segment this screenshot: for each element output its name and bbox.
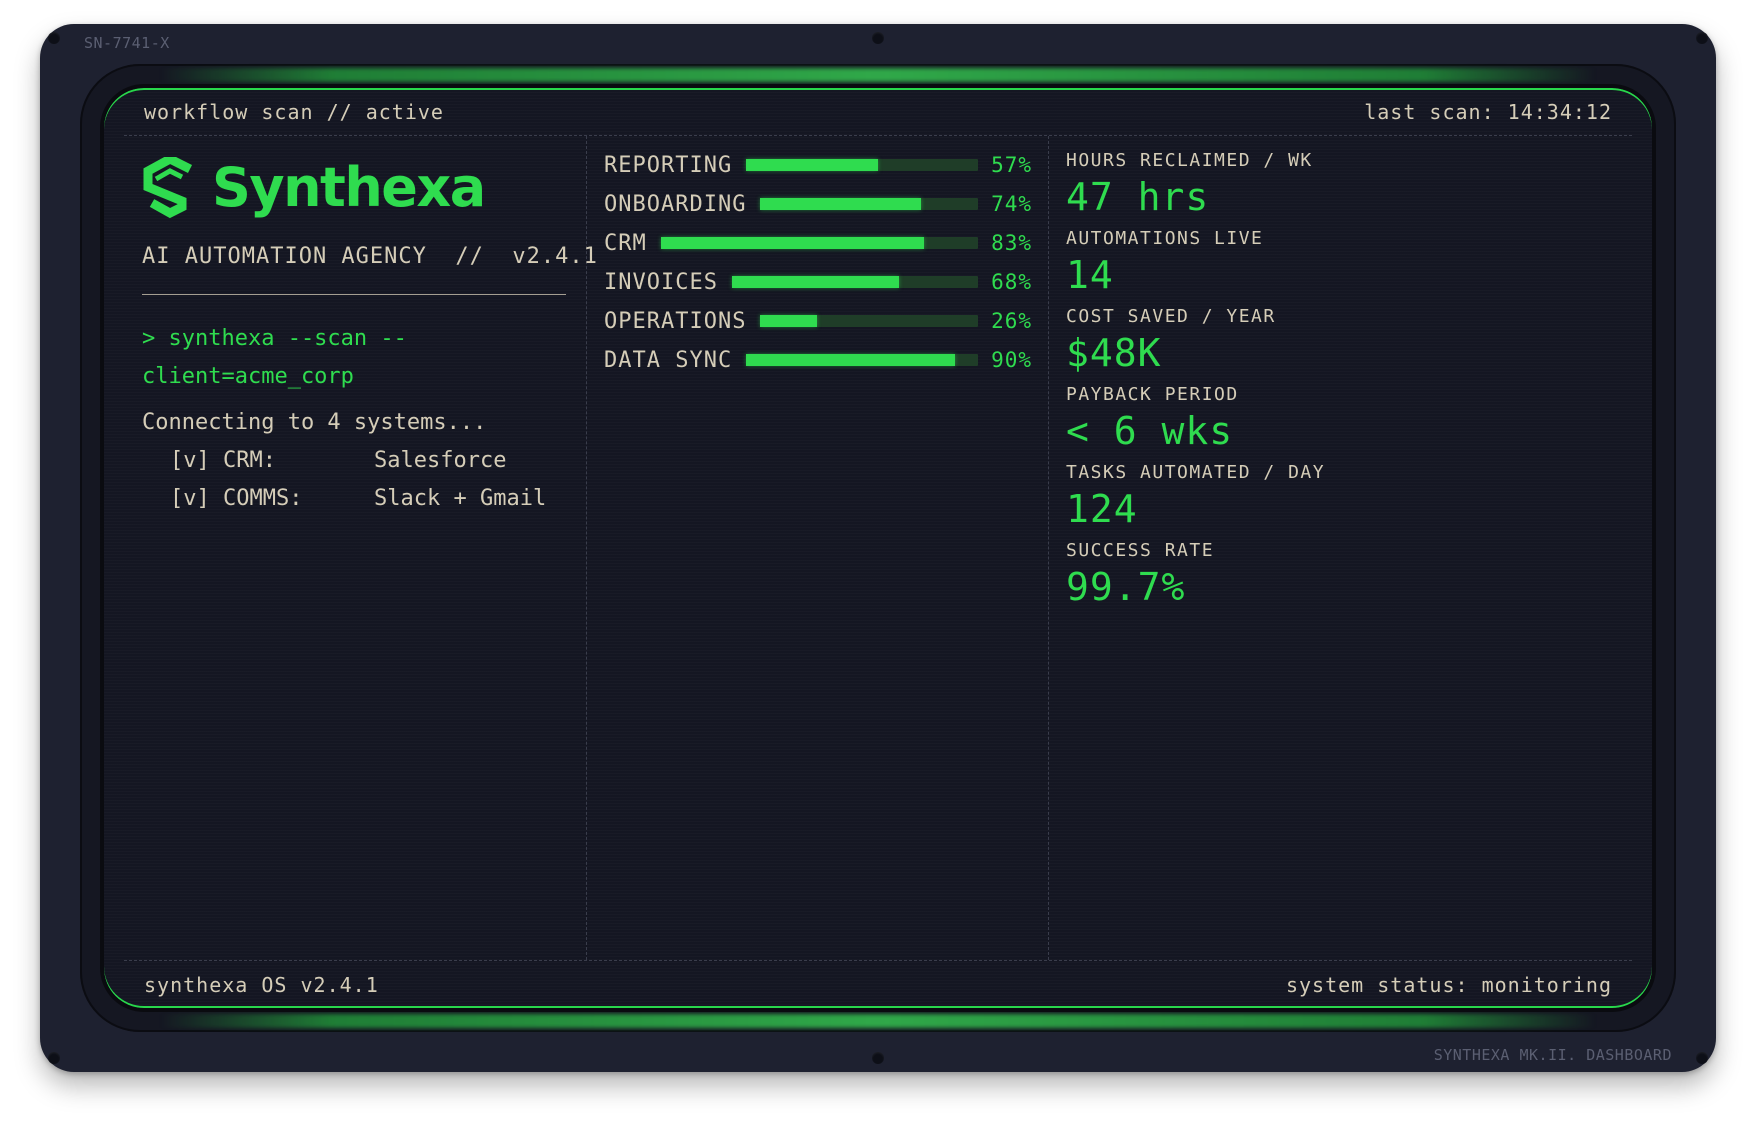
device-serial: SN-7741-X xyxy=(84,34,170,52)
metric-value: 14 xyxy=(1066,253,1114,297)
progress-track xyxy=(760,315,978,327)
progress-label: ONBOARDING xyxy=(604,191,747,217)
metric-label: PAYBACK PERIOD xyxy=(1066,384,1239,405)
progress-fill xyxy=(746,354,955,366)
metric-value: < 6 wks xyxy=(1066,409,1234,453)
progress-row-data-sync: DATA SYNC 90% xyxy=(604,345,1032,375)
screw-icon xyxy=(1696,1052,1708,1064)
system-row: [v] CRM: Salesforce xyxy=(170,448,506,473)
automation-progress-panel: REPORTING 57% ONBOARDING 74% CRM 83% INV… xyxy=(586,136,1049,960)
system-key: [v] CRM: xyxy=(170,448,276,473)
system-value: Salesforce xyxy=(374,448,507,473)
progress-track xyxy=(746,159,978,171)
agency-subtitle: AI AUTOMATION AGENCY // v2.4.1 xyxy=(142,244,598,269)
system-key: [v] COMMS: xyxy=(170,486,303,511)
screw-icon xyxy=(872,1052,884,1064)
system-status: system status: monitoring xyxy=(1285,972,1612,997)
progress-percent: 90% xyxy=(991,348,1032,372)
screw-icon xyxy=(48,32,60,44)
progress-fill xyxy=(731,276,900,288)
metric-value: 47 hrs xyxy=(1066,175,1210,219)
metric-payback-period: PAYBACK PERIOD < 6 wks xyxy=(1066,384,1239,453)
progress-label: CRM xyxy=(604,230,647,256)
progress-fill xyxy=(746,159,879,171)
metric-tasks-automated: TASKS AUTOMATED / DAY 124 xyxy=(1066,462,1325,531)
metric-label: HOURS RECLAIMED / WK xyxy=(1066,150,1313,171)
screw-icon xyxy=(48,1052,60,1064)
progress-row-operations: OPERATIONS 26% xyxy=(604,306,1032,336)
system-row: [v] COMMS: Slack + Gmail xyxy=(170,486,546,511)
metrics-panel: HOURS RECLAIMED / WK 47 hrs AUTOMATIONS … xyxy=(1048,136,1632,960)
screen-frame: workflow scan // active last scan: 14:34… xyxy=(80,64,1676,1032)
screw-icon xyxy=(1696,32,1708,44)
progress-percent: 83% xyxy=(991,231,1032,255)
progress-track xyxy=(760,198,978,210)
brand-name: Synthexa xyxy=(212,156,486,219)
dashboard-screen: workflow scan // active last scan: 14:34… xyxy=(100,84,1656,1012)
screen-glow-top xyxy=(160,68,1596,82)
progress-percent: 68% xyxy=(991,270,1032,294)
os-version: synthexa OS v2.4.1 xyxy=(144,972,379,997)
brand-terminal-panel: Synthexa AI AUTOMATION AGENCY // v2.4.1 … xyxy=(124,136,597,960)
metric-label: COST SAVED / YEAR xyxy=(1066,306,1276,327)
metric-cost-saved: COST SAVED / YEAR $48K xyxy=(1066,306,1276,375)
screw-icon xyxy=(872,32,884,44)
progress-fill xyxy=(760,198,922,210)
metric-label: AUTOMATIONS LIVE xyxy=(1066,228,1264,249)
metric-success-rate: SUCCESS RATE 99.7% xyxy=(1066,540,1214,609)
device-model: SYNTHEXA MK.II. DASHBOARD xyxy=(1433,1046,1672,1064)
scan-status: workflow scan // active xyxy=(144,99,444,124)
metric-value: $48K xyxy=(1066,331,1162,375)
progress-percent: 74% xyxy=(991,192,1032,216)
system-value: Slack + Gmail xyxy=(374,486,547,511)
brand: Synthexa xyxy=(142,156,486,219)
progress-percent: 57% xyxy=(991,153,1032,177)
progress-fill xyxy=(760,315,817,327)
metric-value: 99.7% xyxy=(1066,565,1186,609)
metric-label: SUCCESS RATE xyxy=(1066,540,1215,561)
progress-row-invoices: INVOICES 68% xyxy=(604,267,1032,297)
connecting-status: Connecting to 4 systems... xyxy=(142,410,487,435)
progress-percent: 26% xyxy=(991,309,1032,333)
progress-label: DATA SYNC xyxy=(604,347,733,373)
divider xyxy=(142,294,566,295)
progress-label: REPORTING xyxy=(604,152,733,178)
synthexa-logo-icon xyxy=(143,156,193,218)
metric-value: 124 xyxy=(1066,487,1138,531)
progress-row-crm: CRM 83% xyxy=(604,228,1032,258)
progress-label: INVOICES xyxy=(604,269,718,295)
bottom-status-bar: synthexa OS v2.4.1 system status: monito… xyxy=(124,960,1632,1008)
device-bezel: SN-7741-X SYNTHEXA MK.II. DASHBOARD work… xyxy=(40,24,1716,1072)
terminal-command: > synthexa --scan --client=acme_corp xyxy=(142,326,407,389)
progress-track xyxy=(746,354,978,366)
progress-fill xyxy=(660,237,925,249)
metric-automations-live: AUTOMATIONS LIVE 14 xyxy=(1066,228,1263,297)
metric-label: TASKS AUTOMATED / DAY xyxy=(1066,462,1326,483)
progress-track xyxy=(731,276,978,288)
progress-row-onboarding: ONBOARDING 74% xyxy=(604,189,1032,219)
last-scan-time: last scan: 14:34:12 xyxy=(1364,99,1612,124)
screen-glow-bottom xyxy=(160,1014,1596,1028)
metric-hours-reclaimed: HOURS RECLAIMED / WK 47 hrs xyxy=(1066,150,1313,219)
progress-row-reporting: REPORTING 57% xyxy=(604,150,1032,180)
progress-track xyxy=(660,237,978,249)
top-status-bar: workflow scan // active last scan: 14:34… xyxy=(124,88,1632,136)
progress-label: OPERATIONS xyxy=(604,308,747,334)
